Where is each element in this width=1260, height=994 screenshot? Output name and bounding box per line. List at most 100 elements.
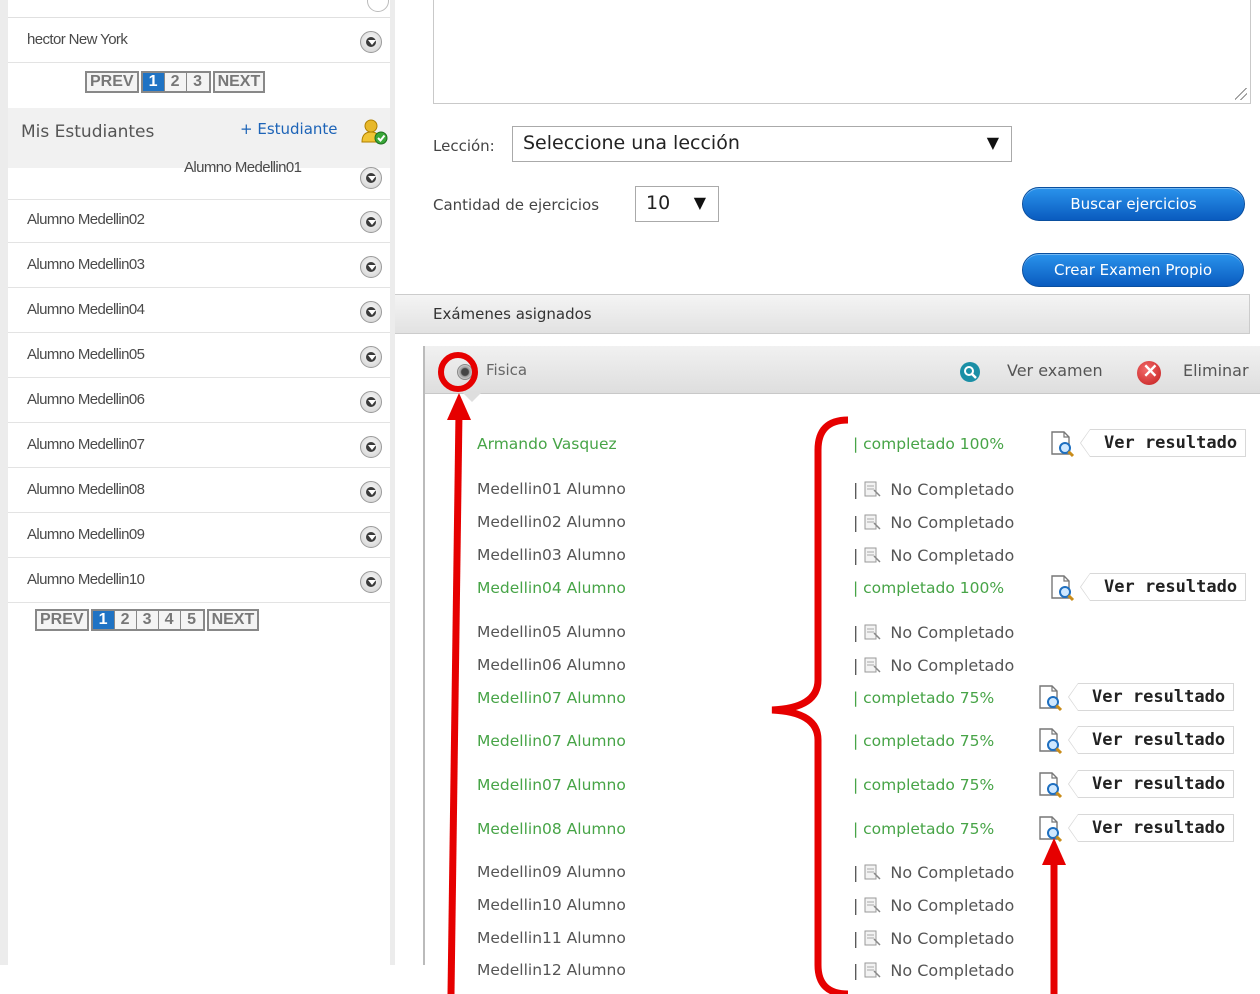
document-search-icon[interactable] [1035,770,1065,800]
assigned-student-name: Medellin07 Alumno [477,689,626,707]
pending-document-icon [864,864,881,880]
document-search-icon[interactable] [1035,683,1065,713]
status-separator: | [853,513,859,532]
assigned-student-name: Medellin02 Alumno [477,513,626,531]
completion-status: | completado 100% [853,435,1005,453]
leccion-label: Lección: [433,137,495,155]
status-separator: | [853,863,859,882]
pager-page-2[interactable]: 2 [164,73,187,91]
examenes-asignados-tab[interactable]: Exámenes asignados [395,294,1250,334]
collapse-toggle-icon[interactable] [457,364,473,380]
not-completed-status: | No Completado [853,961,1014,980]
pager-pages: 1 2 3 [140,71,211,93]
document-search-icon[interactable] [1035,814,1065,844]
student-name: hector New York [27,31,128,48]
completion-status: | completado 100% [853,579,1005,597]
expand-arrow-icon[interactable] [360,526,382,548]
main-content: Lección: Seleccione una lección ▼ Cantid… [395,0,1260,980]
ver-resultado-button[interactable]: Ver resultado [1067,726,1235,754]
completion-status: | completado 75% [853,689,995,707]
pager-next-button[interactable]: NEXT [212,71,266,93]
document-search-icon[interactable] [1047,573,1077,603]
student-row[interactable]: Alumno Medellin09 [8,513,390,558]
completion-status: | completado 75% [853,776,995,794]
resize-grip-icon[interactable] [1235,88,1247,100]
student-row[interactable]: Alumno Medellin05 [8,333,390,378]
magnifier-icon[interactable] [959,361,983,383]
expand-arrow-icon[interactable] [360,211,382,233]
expand-arrow-icon[interactable] [360,167,382,189]
status-text: No Completado [890,546,1015,565]
pager-prev-button[interactable]: PREV [35,609,89,631]
assignment-row: Medellin11 Alumno | No Completado [425,929,1260,959]
pager-page-1[interactable]: 1 [142,73,165,91]
add-student-link[interactable]: + Estudiante [240,120,338,138]
expand-arrow-icon[interactable] [360,391,382,413]
student-name: Alumno Medellin09 [27,526,145,543]
student-row[interactable]: Alumno Medellin03 [8,243,390,288]
status-separator: | [853,961,859,980]
student-row[interactable]: Alumno Medellin04 [8,288,390,333]
not-completed-status: | No Completado [853,656,1014,675]
buscar-ejercicios-button[interactable]: Buscar ejercicios [1022,187,1245,221]
ver-resultado-button[interactable]: Ver resultado [1079,573,1247,601]
ver-resultado-button[interactable]: Ver resultado [1067,814,1235,842]
student-row[interactable]: Alumno Medellin10 [8,558,390,603]
pager-page-5[interactable]: 5 [180,611,203,629]
expand-arrow-icon[interactable] [360,571,382,593]
ver-examen-link[interactable]: Ver examen [1007,361,1103,380]
assigned-student-name: Medellin07 Alumno [477,776,626,794]
eliminar-link[interactable]: Eliminar [1183,361,1249,380]
pager-next-button[interactable]: NEXT [206,609,260,631]
expand-arrow-icon[interactable] [360,31,382,53]
pending-document-icon [864,897,881,913]
ver-resultado-button[interactable]: Ver resultado [1079,429,1247,457]
assigned-student-name: Medellin04 Alumno [477,579,626,597]
student-row[interactable]: Alumno Medellin08 [8,468,390,513]
assigned-student-name: Armando Vasquez [477,435,617,453]
pager-page-1[interactable]: 1 [92,611,115,629]
pager-prev-button[interactable]: PREV [85,71,139,93]
add-user-icon[interactable] [360,118,388,146]
status-text: No Completado [890,896,1015,915]
pending-document-icon [864,547,881,563]
student-row[interactable]: Alumno Medellin07 [8,423,390,468]
crear-examen-button[interactable]: Crear Examen Propio [1022,253,1244,287]
ver-resultado-button[interactable]: Ver resultado [1067,770,1235,798]
expand-arrow-icon[interactable] [360,436,382,458]
description-textarea[interactable] [433,0,1251,104]
assignment-row: Medellin10 Alumno | No Completado [425,896,1260,926]
ver-resultado-button[interactable]: Ver resultado [1067,683,1235,711]
assigned-student-name: Medellin06 Alumno [477,656,626,674]
not-completed-status: | No Completado [853,513,1014,532]
pager-page-2[interactable]: 2 [114,611,137,629]
not-completed-status: | No Completado [853,623,1014,642]
pager-page-4[interactable]: 4 [158,611,181,629]
expand-arrow-icon[interactable] [360,256,382,278]
pager-page-3[interactable]: 3 [186,73,209,91]
assignment-row: Medellin02 Alumno | No Completado [425,513,1260,543]
expand-arrow-icon[interactable] [360,301,382,323]
cantidad-select[interactable]: 10 ▼ [635,186,719,222]
leccion-select[interactable]: Seleccione una lección ▼ [512,126,1012,162]
pager-page-3[interactable]: 3 [136,611,159,629]
assignment-row: Medellin07 Alumno | completado 75% Ver res… [425,770,1260,806]
document-search-icon[interactable] [1035,726,1065,756]
not-completed-status: | No Completado [853,863,1014,882]
delete-icon[interactable] [1137,358,1161,385]
expand-arrow-icon[interactable] [360,346,382,368]
status-text: No Completado [890,513,1015,532]
row-action-icon[interactable] [367,0,389,12]
status-text: No Completado [890,623,1015,642]
student-row[interactable]: Alumno Medellin02 [8,198,390,243]
student-row[interactable]: Alumno Medellin01 [8,155,390,200]
header-notch [463,393,481,402]
student-row[interactable]: Alumno Medellin06 [8,378,390,423]
leccion-value: Seleccione una lección [523,132,740,154]
pending-document-icon [864,930,881,946]
document-search-icon[interactable] [1047,429,1077,459]
assigned-student-name: Medellin05 Alumno [477,623,626,641]
expand-arrow-icon[interactable] [360,481,382,503]
teacher-student-row[interactable]: hector New York [8,18,390,63]
not-completed-status: | No Completado [853,929,1014,948]
